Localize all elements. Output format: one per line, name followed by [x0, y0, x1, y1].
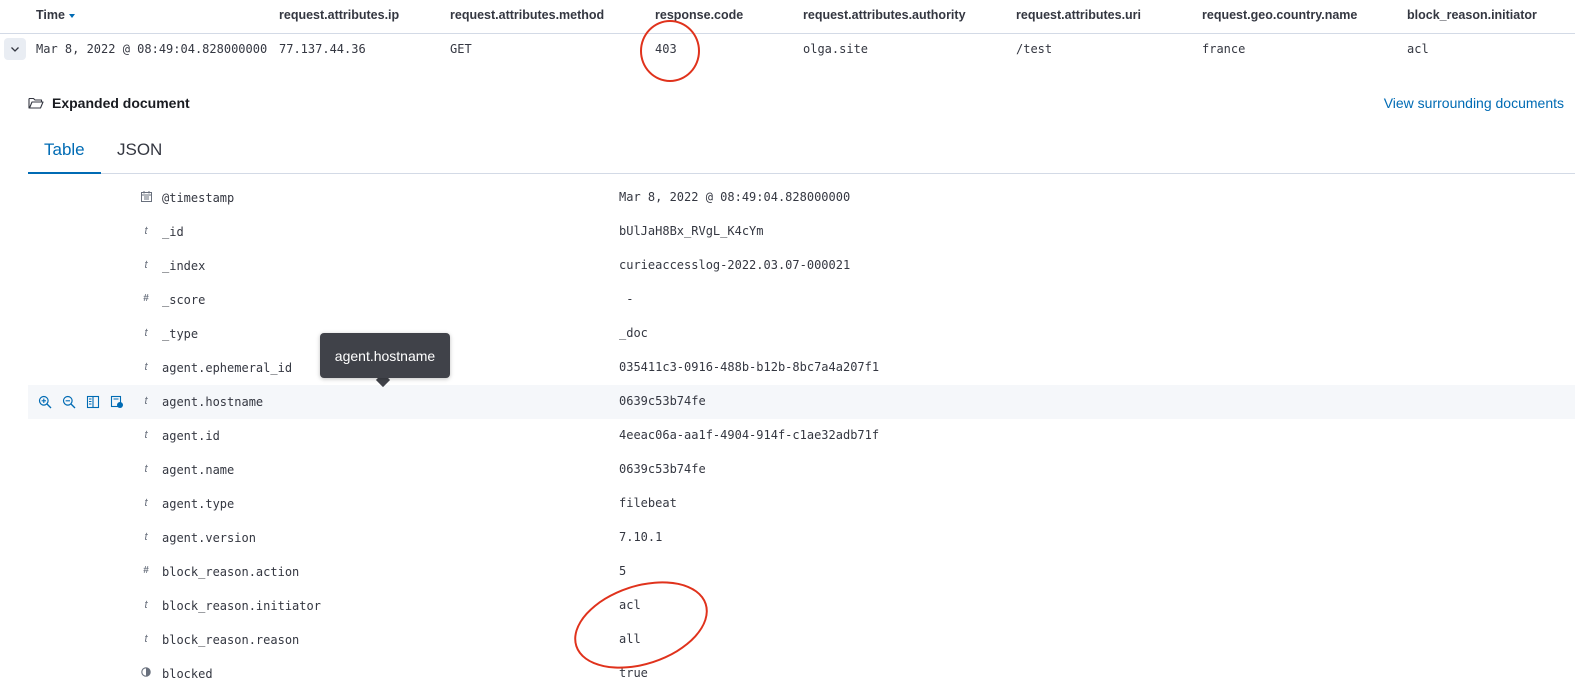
- column-header-ip[interactable]: request.attributes.ip: [279, 8, 399, 22]
- folder-open-icon: [28, 97, 44, 109]
- number-field-icon: #: [143, 565, 149, 576]
- table-header: Time request.attributes.ip request.attri…: [0, 0, 1575, 34]
- field-value: curieaccesslog-2022.03.07-000021: [619, 258, 851, 272]
- field-name: agent.version: [162, 531, 256, 545]
- tab-json[interactable]: JSON: [117, 140, 162, 160]
- field-value: true: [619, 666, 648, 680]
- string-field-icon: t: [144, 361, 148, 373]
- column-header-authority[interactable]: request.attributes.authority: [803, 8, 966, 22]
- field-row: t agent.name 0639c53b74fe: [28, 453, 1575, 487]
- string-field-icon: t: [144, 531, 148, 543]
- field-row: # _score -: [28, 283, 1575, 317]
- field-name: @timestamp: [162, 191, 235, 205]
- field-name: _type: [162, 327, 199, 341]
- field-name: agent.ephemeral_id: [162, 361, 293, 375]
- cell-method: GET: [450, 42, 472, 56]
- field-row: t _type _doc: [28, 317, 1575, 351]
- field-value: 0639c53b74fe: [619, 462, 706, 476]
- field-row: blocked true: [28, 657, 1575, 691]
- field-row: t agent.type filebeat: [28, 487, 1575, 521]
- cell-country: france: [1202, 42, 1246, 56]
- column-header-response-code[interactable]: response.code: [655, 8, 743, 22]
- field-value: -: [619, 292, 634, 306]
- cell-ip: 77.137.44.36: [279, 42, 366, 56]
- tab-selected-indicator: [28, 172, 101, 174]
- cell-initiator: acl: [1407, 42, 1429, 56]
- field-name: agent.type: [162, 497, 235, 511]
- string-field-icon: t: [144, 225, 148, 237]
- column-header-initiator[interactable]: block_reason.initiator: [1407, 8, 1537, 22]
- filter-for-value-icon[interactable]: [38, 395, 52, 409]
- field-name: block_reason.initiator: [162, 599, 321, 613]
- field-name-tooltip: agent.hostname: [320, 333, 450, 378]
- field-value: bUlJaH8Bx_RVgL_K4cYm: [619, 224, 764, 238]
- filter-out-value-icon[interactable]: [62, 395, 76, 409]
- document-row: Mar 8, 2022 @ 08:49:04.828000000 77.137.…: [0, 33, 1575, 66]
- string-field-icon: t: [144, 327, 148, 339]
- column-header-country[interactable]: request.geo.country.name: [1202, 8, 1357, 22]
- field-name: agent.hostname: [162, 395, 264, 409]
- filter-exists-icon[interactable]: [110, 395, 124, 409]
- field-actions: [38, 395, 124, 409]
- expanded-document-title: Expanded document: [28, 95, 190, 111]
- string-field-icon: t: [144, 395, 148, 407]
- field-name: _score: [162, 293, 206, 307]
- cell-uri: /test: [1016, 42, 1053, 56]
- boolean-field-icon: [138, 667, 154, 680]
- column-header-time[interactable]: Time: [36, 8, 75, 22]
- column-header-method[interactable]: request.attributes.method: [450, 8, 604, 22]
- field-value: all: [619, 632, 641, 646]
- field-value: 4eeac06a-aa1f-4904-914f-c1ae32adb71f: [619, 428, 880, 442]
- date-field-icon: [138, 191, 154, 205]
- field-name: _index: [162, 259, 206, 273]
- field-value: 7.10.1: [619, 530, 663, 544]
- field-value: 0639c53b74fe: [619, 394, 706, 408]
- cell-authority: olga.site: [803, 42, 869, 56]
- view-surrounding-documents-link[interactable]: View surrounding documents: [1384, 95, 1564, 111]
- field-row: t agent.version 7.10.1: [28, 521, 1575, 555]
- field-row: t _id bUlJaH8Bx_RVgL_K4cYm: [28, 215, 1575, 249]
- collapse-row-button[interactable]: [4, 38, 26, 60]
- field-row: t block_reason.reason all: [28, 623, 1575, 657]
- field-row: t _index curieaccesslog-2022.03.07-00002…: [28, 249, 1575, 283]
- column-header-uri[interactable]: request.attributes.uri: [1016, 8, 1141, 22]
- string-field-icon: t: [144, 463, 148, 475]
- toggle-column-icon[interactable]: [86, 395, 100, 409]
- string-field-icon: t: [144, 497, 148, 509]
- field-value: 5: [619, 564, 627, 578]
- field-name: agent.name: [162, 463, 235, 477]
- expanded-document-label: Expanded document: [52, 95, 190, 111]
- field-row: t agent.ephemeral_id 035411c3-0916-488b-…: [28, 351, 1575, 385]
- field-value: filebeat: [619, 496, 677, 510]
- field-row: # block_reason.action 5: [28, 555, 1575, 589]
- tab-table[interactable]: Table: [44, 140, 85, 160]
- field-value: 035411c3-0916-488b-b12b-8bc7a4a207f1: [619, 360, 880, 374]
- field-name: block_reason.reason: [162, 633, 300, 647]
- field-name: _id: [162, 225, 184, 239]
- field-name: agent.id: [162, 429, 220, 443]
- string-field-icon: t: [144, 259, 148, 271]
- field-value: _doc: [619, 326, 648, 340]
- chevron-down-icon: [11, 47, 19, 52]
- field-row: t agent.id 4eeac06a-aa1f-4904-914f-c1ae3…: [28, 419, 1575, 453]
- field-name: blocked: [162, 667, 213, 681]
- document-view-tabs: Table JSON: [28, 130, 1575, 174]
- column-header-label: Time: [36, 8, 65, 22]
- sort-descending-icon[interactable]: [68, 13, 75, 18]
- field-row: t block_reason.initiator acl: [28, 589, 1575, 623]
- string-field-icon: t: [144, 633, 148, 645]
- field-row: @timestamp Mar 8, 2022 @ 08:49:04.828000…: [28, 181, 1575, 215]
- field-row-hovered[interactable]: t agent.hostname 0639c53b74fe: [28, 385, 1575, 419]
- field-name: block_reason.action: [162, 565, 300, 579]
- string-field-icon: t: [144, 429, 148, 441]
- string-field-icon: t: [144, 599, 148, 611]
- field-value: acl: [619, 598, 641, 612]
- cell-time: Mar 8, 2022 @ 08:49:04.828000000: [36, 42, 268, 56]
- number-field-icon: #: [143, 293, 149, 304]
- cell-response-code: 403: [655, 42, 677, 56]
- field-value: Mar 8, 2022 @ 08:49:04.828000000: [619, 190, 851, 204]
